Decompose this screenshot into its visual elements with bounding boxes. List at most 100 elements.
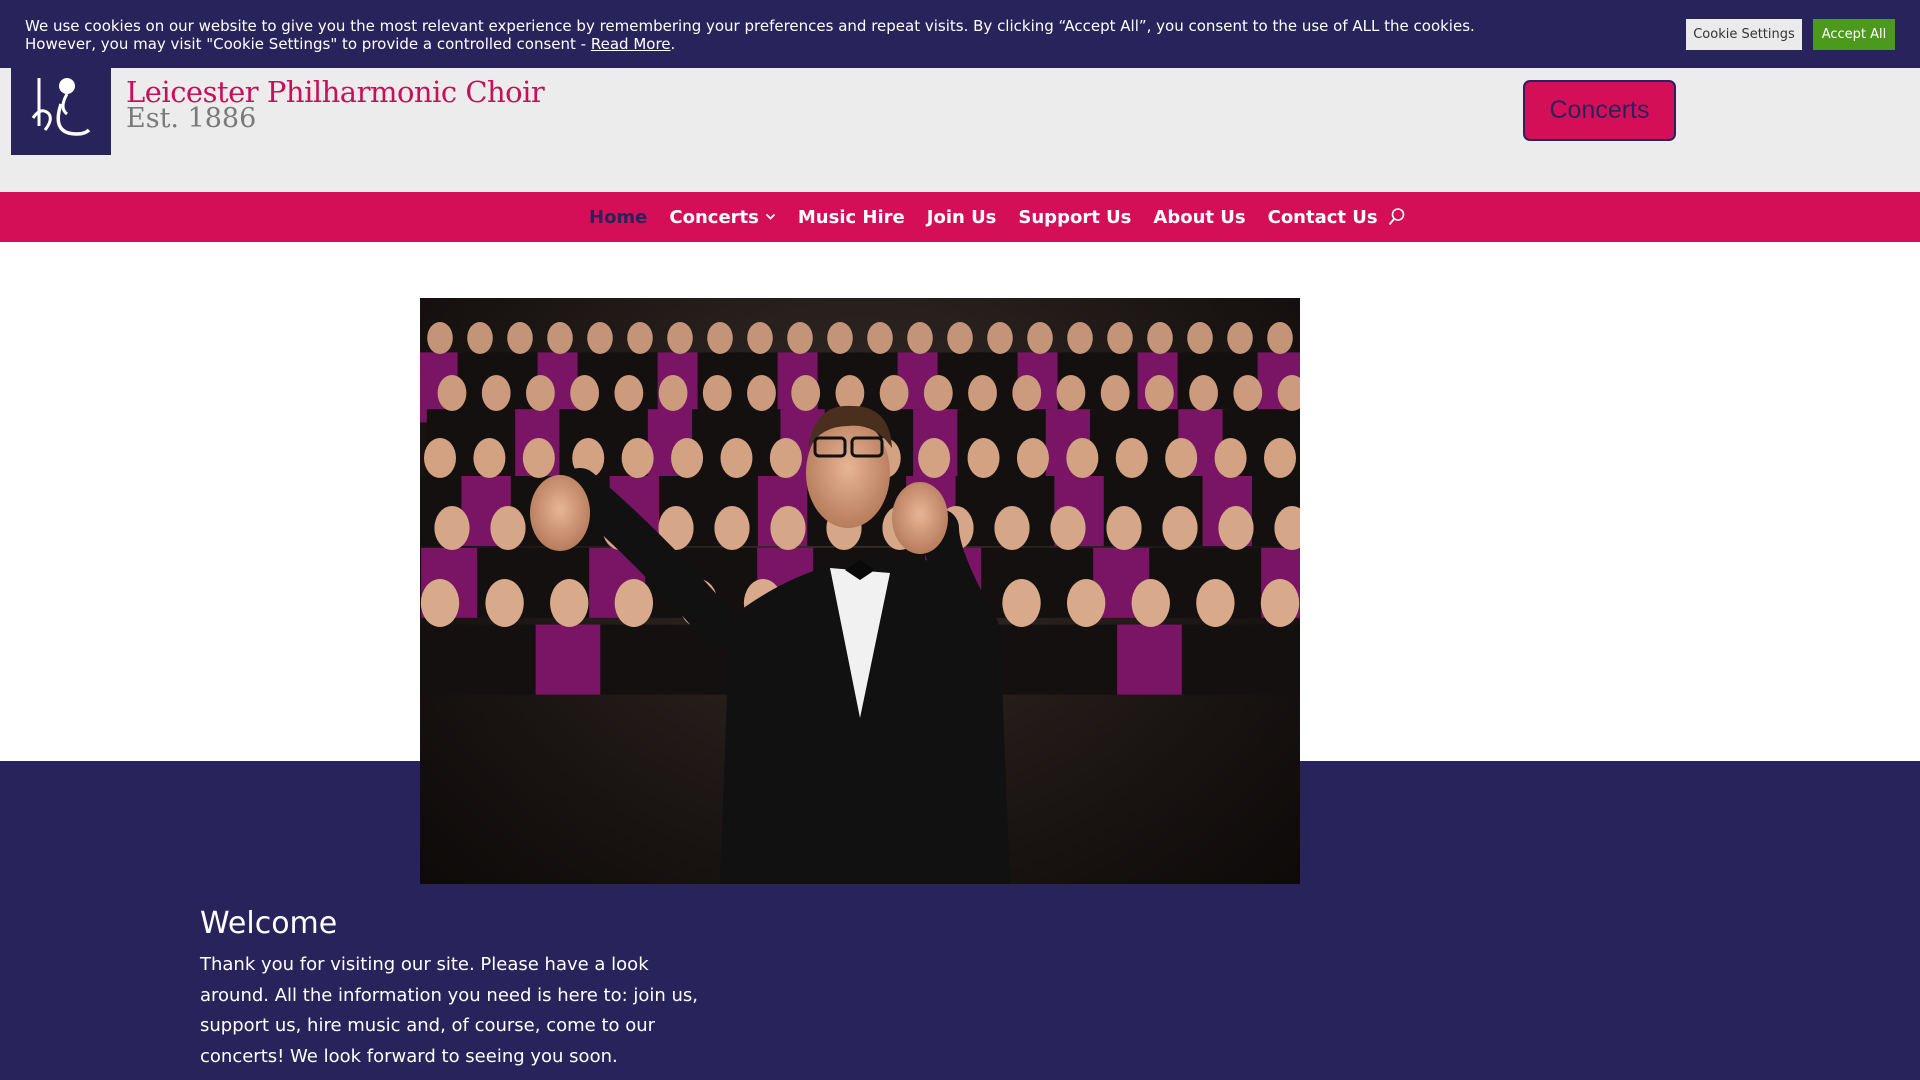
choir-member-body	[1052, 624, 1120, 695]
choir-member-head	[1165, 438, 1198, 478]
choir-member-head	[835, 375, 865, 411]
choir-member-head	[570, 375, 600, 411]
search-icon[interactable]	[1388, 207, 1406, 227]
nav-item-label: Concerts	[669, 206, 759, 228]
nav-item-music-hire[interactable]: Music Hire	[798, 207, 905, 228]
choir-member-head	[747, 375, 776, 411]
choir-member-head	[1218, 506, 1254, 550]
choir-member-head	[1050, 506, 1086, 550]
choir-member-head	[1267, 322, 1293, 354]
nav-item-label: Contact Us	[1267, 206, 1378, 228]
choir-member-head	[907, 322, 933, 354]
choir-member-head	[987, 322, 1013, 354]
nav-item-concerts[interactable]: Concerts	[669, 206, 776, 228]
choir-member-body	[535, 624, 603, 695]
choir-member-head	[547, 322, 573, 354]
choir-member-head	[614, 375, 644, 411]
choir-member-head	[923, 375, 953, 411]
choir-member-head	[747, 322, 773, 354]
choir-member-head	[1214, 438, 1247, 478]
choir-member-head	[702, 375, 732, 411]
main-navigation: Home Concerts Music Hire Join Us Support…	[0, 192, 1920, 242]
choir-photo	[420, 298, 1300, 884]
choir-member-head	[1147, 322, 1173, 354]
choir-member-head	[1260, 579, 1300, 627]
choir-member-head	[1016, 438, 1049, 478]
choir-member-head	[507, 322, 533, 354]
choir-member-head	[827, 322, 853, 354]
cookie-consent-bar: We use cookies on our website to give yo…	[0, 0, 1920, 68]
choir-member-head	[627, 322, 653, 354]
cookie-message: We use cookies on our website to give yo…	[25, 17, 1625, 53]
choir-member-head	[967, 438, 1000, 478]
choir-member-head	[1027, 322, 1053, 354]
choir-member-head	[526, 375, 555, 411]
read-more-link[interactable]: Read More	[591, 35, 671, 53]
choir-member-head	[1131, 579, 1170, 627]
choir-member-head	[621, 438, 654, 478]
nav-item-about-us[interactable]: About Us	[1153, 207, 1245, 228]
cookie-settings-button[interactable]: Cookie Settings	[1686, 19, 1802, 50]
choir-member-head	[614, 579, 654, 627]
choir-member-head	[1189, 375, 1218, 411]
site-established: Est. 1886	[126, 103, 257, 134]
choir-member-head	[1227, 322, 1253, 354]
choir-photo-illustration	[420, 322, 1300, 884]
welcome-paragraph: Thank you for visiting our site. Please …	[200, 954, 699, 1067]
choir-member-head	[667, 322, 693, 354]
choir-member-head	[1187, 322, 1213, 354]
nav-item-support-us[interactable]: Support Us	[1018, 207, 1131, 228]
nav-item-home[interactable]: Home	[589, 207, 647, 228]
choir-member-head	[522, 438, 555, 478]
choir-member-head	[1144, 375, 1174, 411]
choir-member-body	[471, 624, 539, 695]
choir-member-head	[720, 438, 753, 478]
choir-member-head	[1233, 375, 1263, 411]
choir-member-head	[1264, 438, 1296, 478]
choir-member-head	[707, 322, 733, 354]
nav-item-label: Music Hire	[797, 206, 905, 228]
choir-member-head	[1012, 375, 1042, 411]
nav-item-label: Join Us	[926, 206, 997, 228]
choir-member-body	[1181, 624, 1249, 695]
choir-member-head	[1066, 579, 1106, 627]
choir-member-head	[1196, 579, 1235, 627]
nav-item-join-us[interactable]: Join Us	[927, 207, 997, 228]
choir-member-head	[1066, 438, 1099, 478]
nav-item-contact-us[interactable]: Contact Us	[1268, 207, 1378, 228]
choir-member-head	[473, 438, 506, 478]
choir-member-body	[600, 624, 668, 695]
lpc-monogram-icon	[31, 78, 91, 136]
nav-menu: Home Concerts Music Hire Join Us Support…	[589, 192, 1406, 242]
choir-member-head	[1162, 506, 1198, 550]
nav-item-label: About Us	[1153, 206, 1246, 228]
choir-member-head	[437, 375, 467, 411]
choir-member-head	[424, 438, 456, 478]
choir-member-head	[968, 375, 997, 411]
cookie-message-line2: However, you may visit "Cookie Settings"…	[25, 35, 591, 53]
choir-member-head	[867, 322, 893, 354]
choir-member-head	[787, 322, 813, 354]
choir-member-head	[770, 506, 806, 550]
choir-member-head	[994, 506, 1030, 550]
cookie-message-line1: We use cookies on our website to give yo…	[25, 17, 1475, 35]
site-logo[interactable]	[11, 64, 111, 155]
choir-member-head	[769, 438, 802, 478]
choir-member-head	[1115, 438, 1148, 478]
choir-member-head	[550, 579, 589, 627]
choir-member-head	[1002, 579, 1041, 627]
chevron-down-icon	[765, 210, 776, 224]
choir-member-head	[485, 579, 524, 627]
choir-member-body	[1117, 624, 1185, 695]
choir-member-head	[427, 322, 453, 354]
choir-member-head	[947, 322, 973, 354]
choir-member-head	[791, 375, 821, 411]
choir-member-head	[434, 506, 470, 550]
choir-member-head	[587, 322, 613, 354]
choir-member-head	[1100, 375, 1130, 411]
accept-all-button[interactable]: Accept All	[1813, 19, 1895, 50]
choir-member-head	[490, 506, 526, 550]
nav-item-label: Support Us	[1018, 206, 1132, 228]
choir-member-head	[467, 322, 493, 354]
concerts-cta-button[interactable]: Concerts	[1523, 80, 1676, 141]
